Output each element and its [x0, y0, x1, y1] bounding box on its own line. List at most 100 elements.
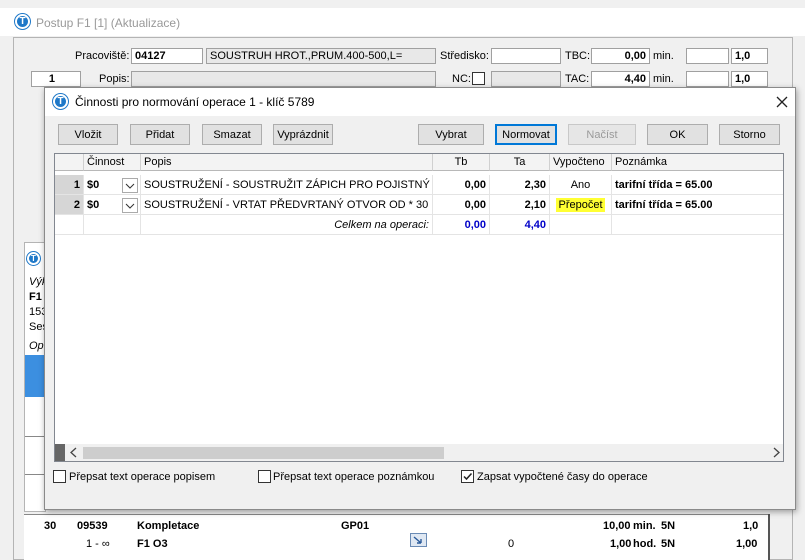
prepsat-popisem-checkbox[interactable]: [53, 470, 66, 483]
row1-ta: 2,30: [490, 175, 550, 195]
dialog-title: Činnosti pro normování operace 1 - klíč …: [75, 95, 315, 109]
row1-dropdown-icon[interactable]: [122, 178, 138, 193]
tac-extra-input[interactable]: [686, 71, 729, 87]
vyprazdnit-button[interactable]: Vyprázdnit: [273, 124, 333, 145]
scroll-right-icon[interactable]: [769, 446, 783, 459]
tac-label: TAC:: [565, 73, 590, 85]
nacist-button[interactable]: Načíst: [568, 124, 636, 145]
storno-button[interactable]: Storno: [719, 124, 780, 145]
ok-button[interactable]: OK: [647, 124, 708, 145]
row1-vypocteno: Ano: [550, 175, 612, 195]
header-cinnost[interactable]: Činnost: [84, 154, 141, 171]
row1-index: 1: [55, 175, 84, 195]
total-row-cinnost: [84, 215, 141, 235]
row2-dropdown-icon[interactable]: [122, 198, 138, 213]
row2-ta: 2,10: [490, 195, 550, 215]
prepsat-popisem-label[interactable]: Přepsat text operace popisem: [69, 471, 215, 483]
nc-label: NC:: [452, 73, 471, 85]
header-popis[interactable]: Popis: [141, 154, 433, 171]
app-logo-icon: T: [15, 14, 30, 29]
tbc-extra-input[interactable]: [686, 48, 729, 64]
pracoviste-label: Pracoviště:: [75, 50, 130, 62]
vlozit-button[interactable]: Vložit: [58, 124, 118, 145]
bg-divider-2: [25, 474, 45, 475]
checkmark-icon: [463, 472, 473, 481]
row2-vypocteno: Přepočet: [550, 195, 612, 215]
tac-input[interactable]: 4,40: [591, 71, 650, 87]
pracoviste-name-field: SOUSTRUH HROT.,PRUM.400-500,L=: [206, 48, 436, 64]
bottom-row2-c6: hod.: [633, 538, 657, 550]
popis-field: [131, 71, 436, 87]
total-ta: 4,40: [490, 215, 550, 235]
tbc-label: TBC:: [565, 50, 591, 62]
bottom-row1-c8: 1,0: [743, 520, 759, 532]
zapsat-casy-checkbox[interactable]: [461, 470, 474, 483]
header-ta[interactable]: Ta: [490, 154, 550, 171]
total-row-vypocteno: [550, 215, 612, 235]
total-row-index: [55, 215, 84, 235]
row2-popis: SOUSTRUŽENÍ - VRTAT PŘEDVRTANÝ OTVOR OD …: [141, 195, 433, 215]
activities-grid: Činnost Popis Tb Ta Vypočteno Poznámka 1…: [54, 153, 784, 462]
header-tb[interactable]: Tb: [433, 154, 490, 171]
bottom-row2-c2: 1 - ∞: [86, 538, 110, 550]
bottom-row2-c5: 1,00: [610, 538, 632, 550]
tac-coef-input[interactable]: 1,0: [731, 71, 768, 87]
stredisko-label: Středisko:: [440, 50, 489, 62]
dialog-close-icon[interactable]: [772, 92, 792, 112]
row1-tb: 0,00: [433, 175, 490, 195]
nc-field: [491, 71, 561, 87]
row1-poznamka: tarifní třída = 65.00: [612, 175, 783, 195]
panel-logo-icon: T: [27, 252, 40, 265]
bottom-table: [24, 514, 769, 560]
main-window-title: Postup F1 [1] (Aktualizace): [36, 16, 181, 30]
bottom-row1-c2: 09539: [77, 520, 108, 532]
bg-selection-bar: [25, 355, 45, 397]
tbc-unit: min.: [653, 50, 674, 62]
tac-unit: min.: [653, 73, 674, 85]
scrollbar-thumb[interactable]: [83, 447, 444, 459]
header-index: [55, 154, 84, 171]
bottom-row2-c4: 0: [508, 538, 515, 550]
header-poznamka[interactable]: Poznámka: [612, 154, 783, 171]
total-tb: 0,00: [433, 215, 490, 235]
row1-popis: SOUSTRUŽENÍ - SOUSTRUŽIT ZÁPICH PRO POJI…: [141, 175, 433, 195]
row2-poznamka: tarifní třída = 65.00: [612, 195, 783, 215]
bottom-row1-c7: 5N: [661, 520, 676, 532]
bottom-row1-c1: 30: [44, 520, 57, 532]
op-number-input[interactable]: 1: [31, 71, 81, 87]
zapsat-casy-label[interactable]: Zapsat vypočtené časy do operace: [477, 471, 648, 483]
header-vypocteno[interactable]: Vypočteno: [550, 154, 612, 171]
tbc-coef-input[interactable]: 1,0: [731, 48, 768, 64]
total-row-poznamka: [612, 215, 783, 235]
bg-f1: F1: [29, 291, 42, 303]
bottom-row1-c6: min.: [633, 520, 656, 532]
row2-vypocteno-highlight: Přepočet: [556, 198, 605, 212]
scrollbar-left-edge: [55, 444, 65, 461]
pracoviste-code-input[interactable]: 04127: [131, 48, 203, 64]
bottom-table-right-border: [768, 514, 770, 560]
prepsat-poznamkou-checkbox[interactable]: [258, 470, 271, 483]
row2-tb: 0,00: [433, 195, 490, 215]
bottom-row2-c8: 1,00: [736, 538, 758, 550]
nc-checkbox[interactable]: [472, 72, 485, 85]
popis-label: Popis:: [99, 73, 130, 85]
pridat-button[interactable]: Přidat: [130, 124, 190, 145]
prepsat-poznamkou-label[interactable]: Přepsat text operace poznámkou: [273, 471, 434, 483]
row2-index: 2: [55, 195, 84, 215]
bottom-row2-c7: 5N: [661, 538, 676, 550]
bg-op: Op: [29, 340, 44, 352]
stredisko-input[interactable]: [491, 48, 561, 64]
bg-divider: [25, 436, 45, 437]
bottom-row1-c5: 10,00: [603, 520, 631, 532]
smazat-button[interactable]: Smazat: [202, 124, 262, 145]
tbc-input[interactable]: 0,00: [591, 48, 650, 64]
normovat-button[interactable]: Normovat: [495, 124, 557, 145]
total-label: Celkem na operaci:: [141, 215, 433, 235]
vybrat-button[interactable]: Vybrat: [418, 124, 484, 145]
bottom-row1-c3: Kompletace: [137, 520, 200, 532]
bottom-row2-c3: F1 O3: [137, 538, 168, 550]
bottom-row1-c4: GP01: [341, 520, 370, 532]
dialog-logo-icon: T: [53, 94, 68, 109]
scroll-left-icon[interactable]: [67, 446, 81, 459]
export-icon[interactable]: [410, 533, 427, 547]
